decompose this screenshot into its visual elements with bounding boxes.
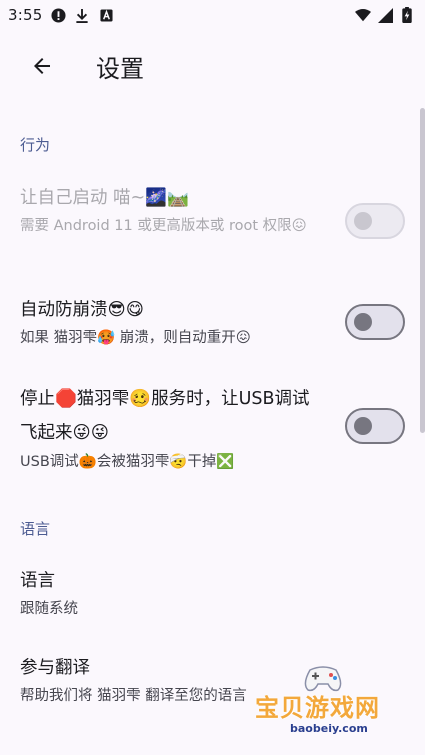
pref-anti-crash[interactable]: 自动防崩溃😎😋 如果 猫羽雫🥵 崩溃，则自动重开😖 — [0, 290, 425, 360]
anti-crash-switch[interactable] — [345, 304, 405, 340]
pref-language[interactable]: 语言 跟随系统 — [0, 565, 425, 625]
pref-usb-debug-summary: USB调试🎃会被猫羽雫🤕干掉❎ — [20, 454, 235, 470]
wifi-icon — [355, 7, 371, 23]
page-title: 设置 — [96, 54, 144, 83]
signal-icon — [377, 7, 393, 23]
status-bar: 3:55 — [0, 0, 425, 30]
switch-thumb — [354, 212, 372, 230]
back-button[interactable] — [14, 38, 70, 94]
pref-self-start[interactable]: 让自己启动 喵~🌌🛤️ 需要 Android 11 或更高版本或 root 权限… — [0, 178, 425, 266]
download-icon — [74, 7, 90, 23]
pref-anti-crash-summary: 如果 猫羽雫🥵 崩溃，则自动重开😖 — [20, 330, 251, 346]
section-header-language: 语言 — [20, 520, 51, 538]
a-box-icon — [98, 7, 114, 23]
switch-thumb — [354, 417, 372, 435]
pref-language-summary: 跟随系统 — [20, 601, 78, 617]
status-time: 3:55 — [8, 6, 43, 24]
arrow-back-icon — [34, 58, 50, 74]
pref-self-start-title: 让自己启动 喵~🌌🛤️ — [20, 188, 189, 208]
pref-self-start-summary: 需要 Android 11 或更高版本或 root 权限😖 — [20, 218, 307, 234]
section-header-behavior: 行为 — [20, 136, 51, 154]
battery-charging-icon — [399, 7, 415, 23]
alert-circle-icon — [50, 7, 66, 23]
watermark-text: 宝贝游戏网 — [255, 694, 380, 722]
settings-screen: 3:55 设置 行为 让自己启动 喵~🌌🛤️ 需要 Android 11 或更高… — [0, 0, 425, 755]
self-start-switch[interactable] — [345, 203, 405, 239]
usb-debug-switch[interactable] — [345, 408, 405, 444]
watermark-url: baobeiy.com — [290, 722, 368, 735]
pref-language-title: 语言 — [20, 571, 55, 591]
switch-thumb — [354, 313, 372, 331]
watermark-logo: 宝贝游戏网 baobeiy.com — [250, 662, 400, 752]
pref-usb-debug-title: 停止🛑猫羽雫🥴服务时，让USB调试飞起来😜😜 — [20, 389, 310, 443]
pref-usb-debug[interactable]: 停止🛑猫羽雫🥴服务时，让USB调试飞起来😜😜 USB调试🎃会被猫羽雫🤕干掉❎ — [0, 380, 425, 480]
app-bar: 设置 — [0, 30, 425, 102]
pref-anti-crash-title: 自动防崩溃😎😋 — [20, 300, 144, 320]
